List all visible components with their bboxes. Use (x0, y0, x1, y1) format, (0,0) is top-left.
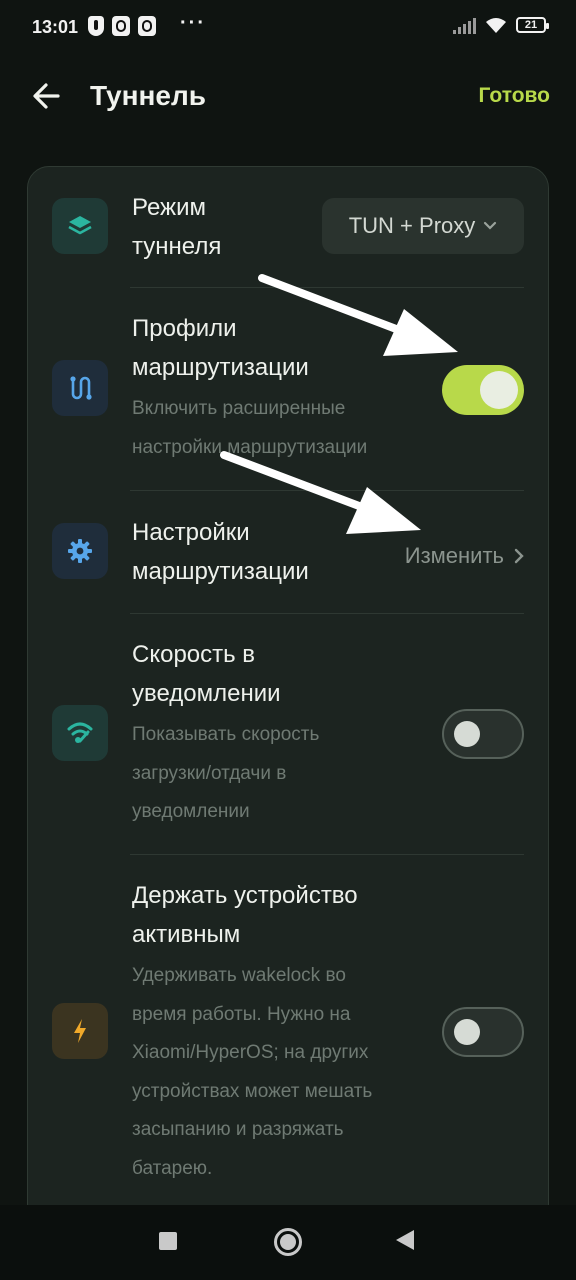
recents-button[interactable] (159, 1232, 177, 1250)
system-back-button[interactable] (396, 1230, 414, 1250)
annotation-arrows (220, 274, 458, 534)
arrow-to-toggle (258, 274, 458, 356)
home-button[interactable] (274, 1228, 302, 1256)
system-nav-bar (0, 1205, 576, 1280)
arrow-to-change (220, 451, 421, 534)
